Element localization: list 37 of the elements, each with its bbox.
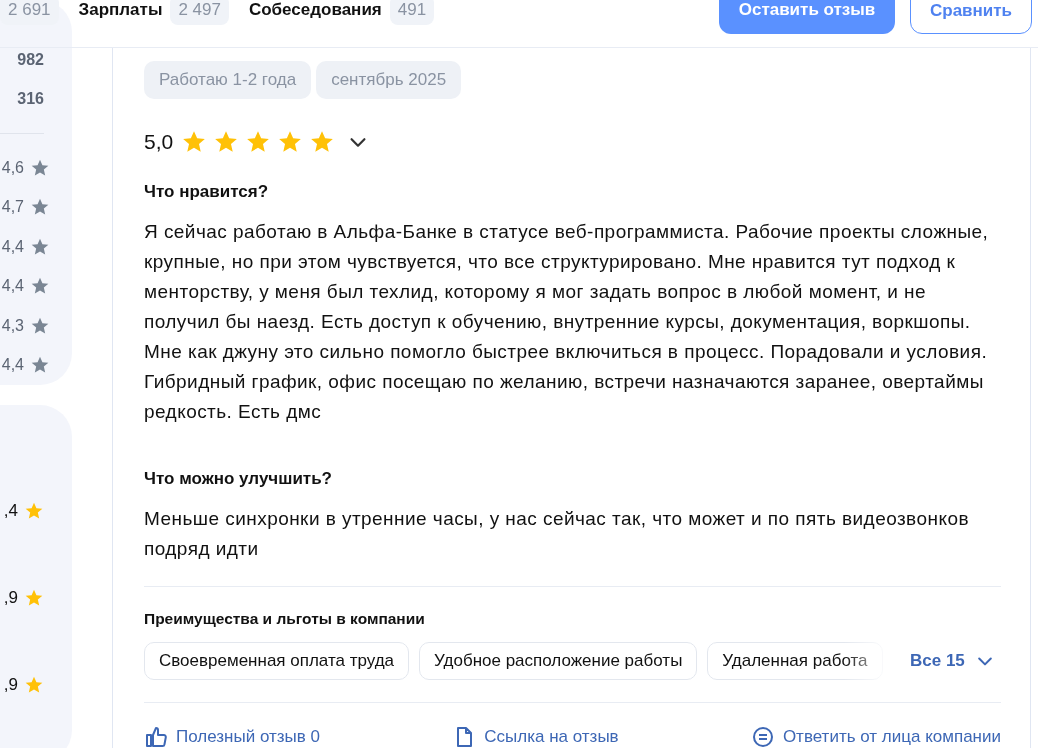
count-value: 316 — [17, 89, 44, 109]
rating-value: ,4 — [3, 501, 18, 521]
rating-score: 5,0 — [144, 130, 174, 154]
action-link[interactable]: Полезный отзыв 0 — [144, 725, 320, 748]
rating-value: 4,4 — [1, 237, 24, 256]
count-badge: 491 — [389, 0, 435, 25]
count-badge: 2 497 — [170, 0, 229, 25]
star-icon — [24, 588, 44, 608]
rating-value: 4,4 — [1, 356, 24, 375]
chat-icon — [750, 725, 775, 748]
benefit-chip: Удаленная работа — [707, 642, 883, 680]
review-button[interactable]: Оставить отзыв — [719, 0, 895, 34]
rating-value: 4,7 — [1, 198, 24, 217]
action-link[interactable]: Ответить от лица компании — [750, 725, 1001, 748]
rating-value: 4,4 — [1, 277, 24, 296]
benefit-chip: Своевременная оплата труда — [144, 642, 410, 680]
rating-value: ,9 — [3, 588, 18, 608]
star-icon — [24, 675, 44, 695]
compare-button[interactable]: Сравнить — [910, 0, 1032, 34]
count-value: 982 — [17, 50, 44, 70]
rating-value: 4,3 — [1, 316, 24, 335]
nav-tab[interactable]: Собеседования — [248, 0, 382, 20]
review-text: Меньше синхронки в утренние часы, у нас сейчас так, что может и по пять видеозвонков подряд идти — [144, 507, 970, 561]
review-tag: сентябрь 2025 — [316, 61, 462, 99]
benefits-title: Преимущества и льготы в компании — [144, 609, 426, 629]
section-title: Что нравится? — [144, 181, 270, 203]
review-tag: Работаю 1-2 года — [144, 61, 312, 99]
benefit-chip: Удобное расположение работы — [419, 642, 698, 680]
show-all-button[interactable]: Все 15 — [910, 651, 995, 671]
review-text: Я сейчас работаю в Альфа-Банке в статусе веб-программиста. Рабочие проекты сложные, крупные, но при этом чувствуется, что все структурировано. Мне нравится тут подход к менторству, у меня был техлид, которому я мог задать вопрос в любой момент, и не получил бы наезд. Есть доступ к обучению, внутренние курсы, документация, воркшопы. Мне как джуну это сильно помогло быстрее включиться в процесс. Порадовали и условия. Гибридный график, офис посещаю по желанию, встречи назначаются заранее, овертаймы редкость. Есть дмс — [144, 220, 990, 424]
nav-tab[interactable]: Зарплаты — [78, 0, 163, 20]
star-icon — [24, 501, 44, 521]
section-title: Что можно улучшить? — [144, 468, 333, 490]
thumbs-up-icon — [144, 725, 168, 748]
action-link[interactable]: Ссылка на отзыв — [452, 725, 619, 748]
rating-value: ,9 — [3, 675, 18, 695]
rating-value: 4,6 — [1, 158, 24, 177]
